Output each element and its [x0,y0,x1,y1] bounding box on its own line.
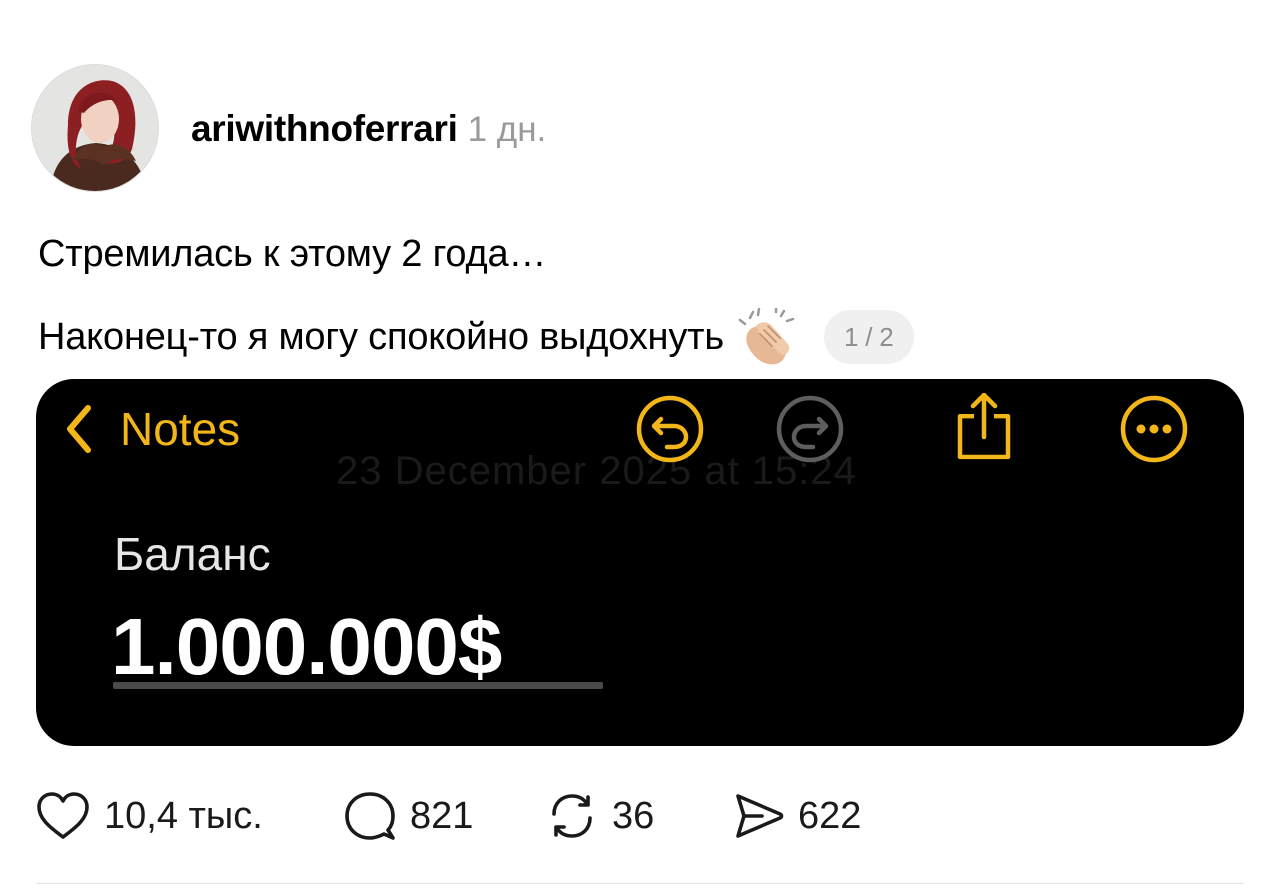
repost-button[interactable]: 36 [546,790,732,842]
caption-line-2: Наконец-то я могу спокойно выдохнуть [38,315,724,358]
more-icon[interactable] [1118,393,1190,465]
comment-count: 821 [410,794,474,837]
comment-button[interactable]: 821 [344,790,546,842]
balance-underline [113,682,603,689]
clapping-hands-icon [738,306,796,366]
share-button[interactable]: 622 [732,790,861,842]
avatar[interactable] [31,64,159,192]
post-image[interactable]: 23 December 2025 at 15:24 Notes Баланс 1… [36,379,1244,746]
post-divider [36,883,1244,884]
notes-back-button[interactable]: Notes [62,399,240,459]
share-count: 622 [798,794,862,837]
username[interactable]: ariwithnoferrari [191,108,458,150]
share-icon[interactable] [948,393,1020,465]
caption-line-1: Стремилась к этому 2 года… [38,233,547,275]
repost-count: 36 [612,794,655,837]
repost-icon [552,794,592,838]
page-indicator-badge: 1 / 2 [823,310,914,364]
like-count: 10,4 тыс. [104,794,263,837]
undo-icon[interactable] [634,393,706,465]
send-icon [736,794,784,838]
balance-value: 1.000.000$ [111,602,502,691]
post-actions: 10,4 тыс. 821 36 622 [36,788,861,844]
caption-line-2-row: Наконец-то я могу спокойно выдохнуть 1 /… [38,306,914,366]
like-button[interactable]: 10,4 тыс. [36,791,344,841]
chevron-left-icon [67,405,91,453]
comment-icon [345,792,395,840]
post: ariwithnoferrari 1 дн. Стремилась к этом… [0,0,1280,893]
post-header: ariwithnoferrari 1 дн. [191,108,546,152]
avatar-photo [32,65,158,191]
balance-label: Баланс [114,528,271,580]
post-time: 1 дн. [467,110,547,149]
heart-icon [37,792,89,839]
redo-icon[interactable] [774,393,846,465]
notes-back-label: Notes [120,403,241,455]
